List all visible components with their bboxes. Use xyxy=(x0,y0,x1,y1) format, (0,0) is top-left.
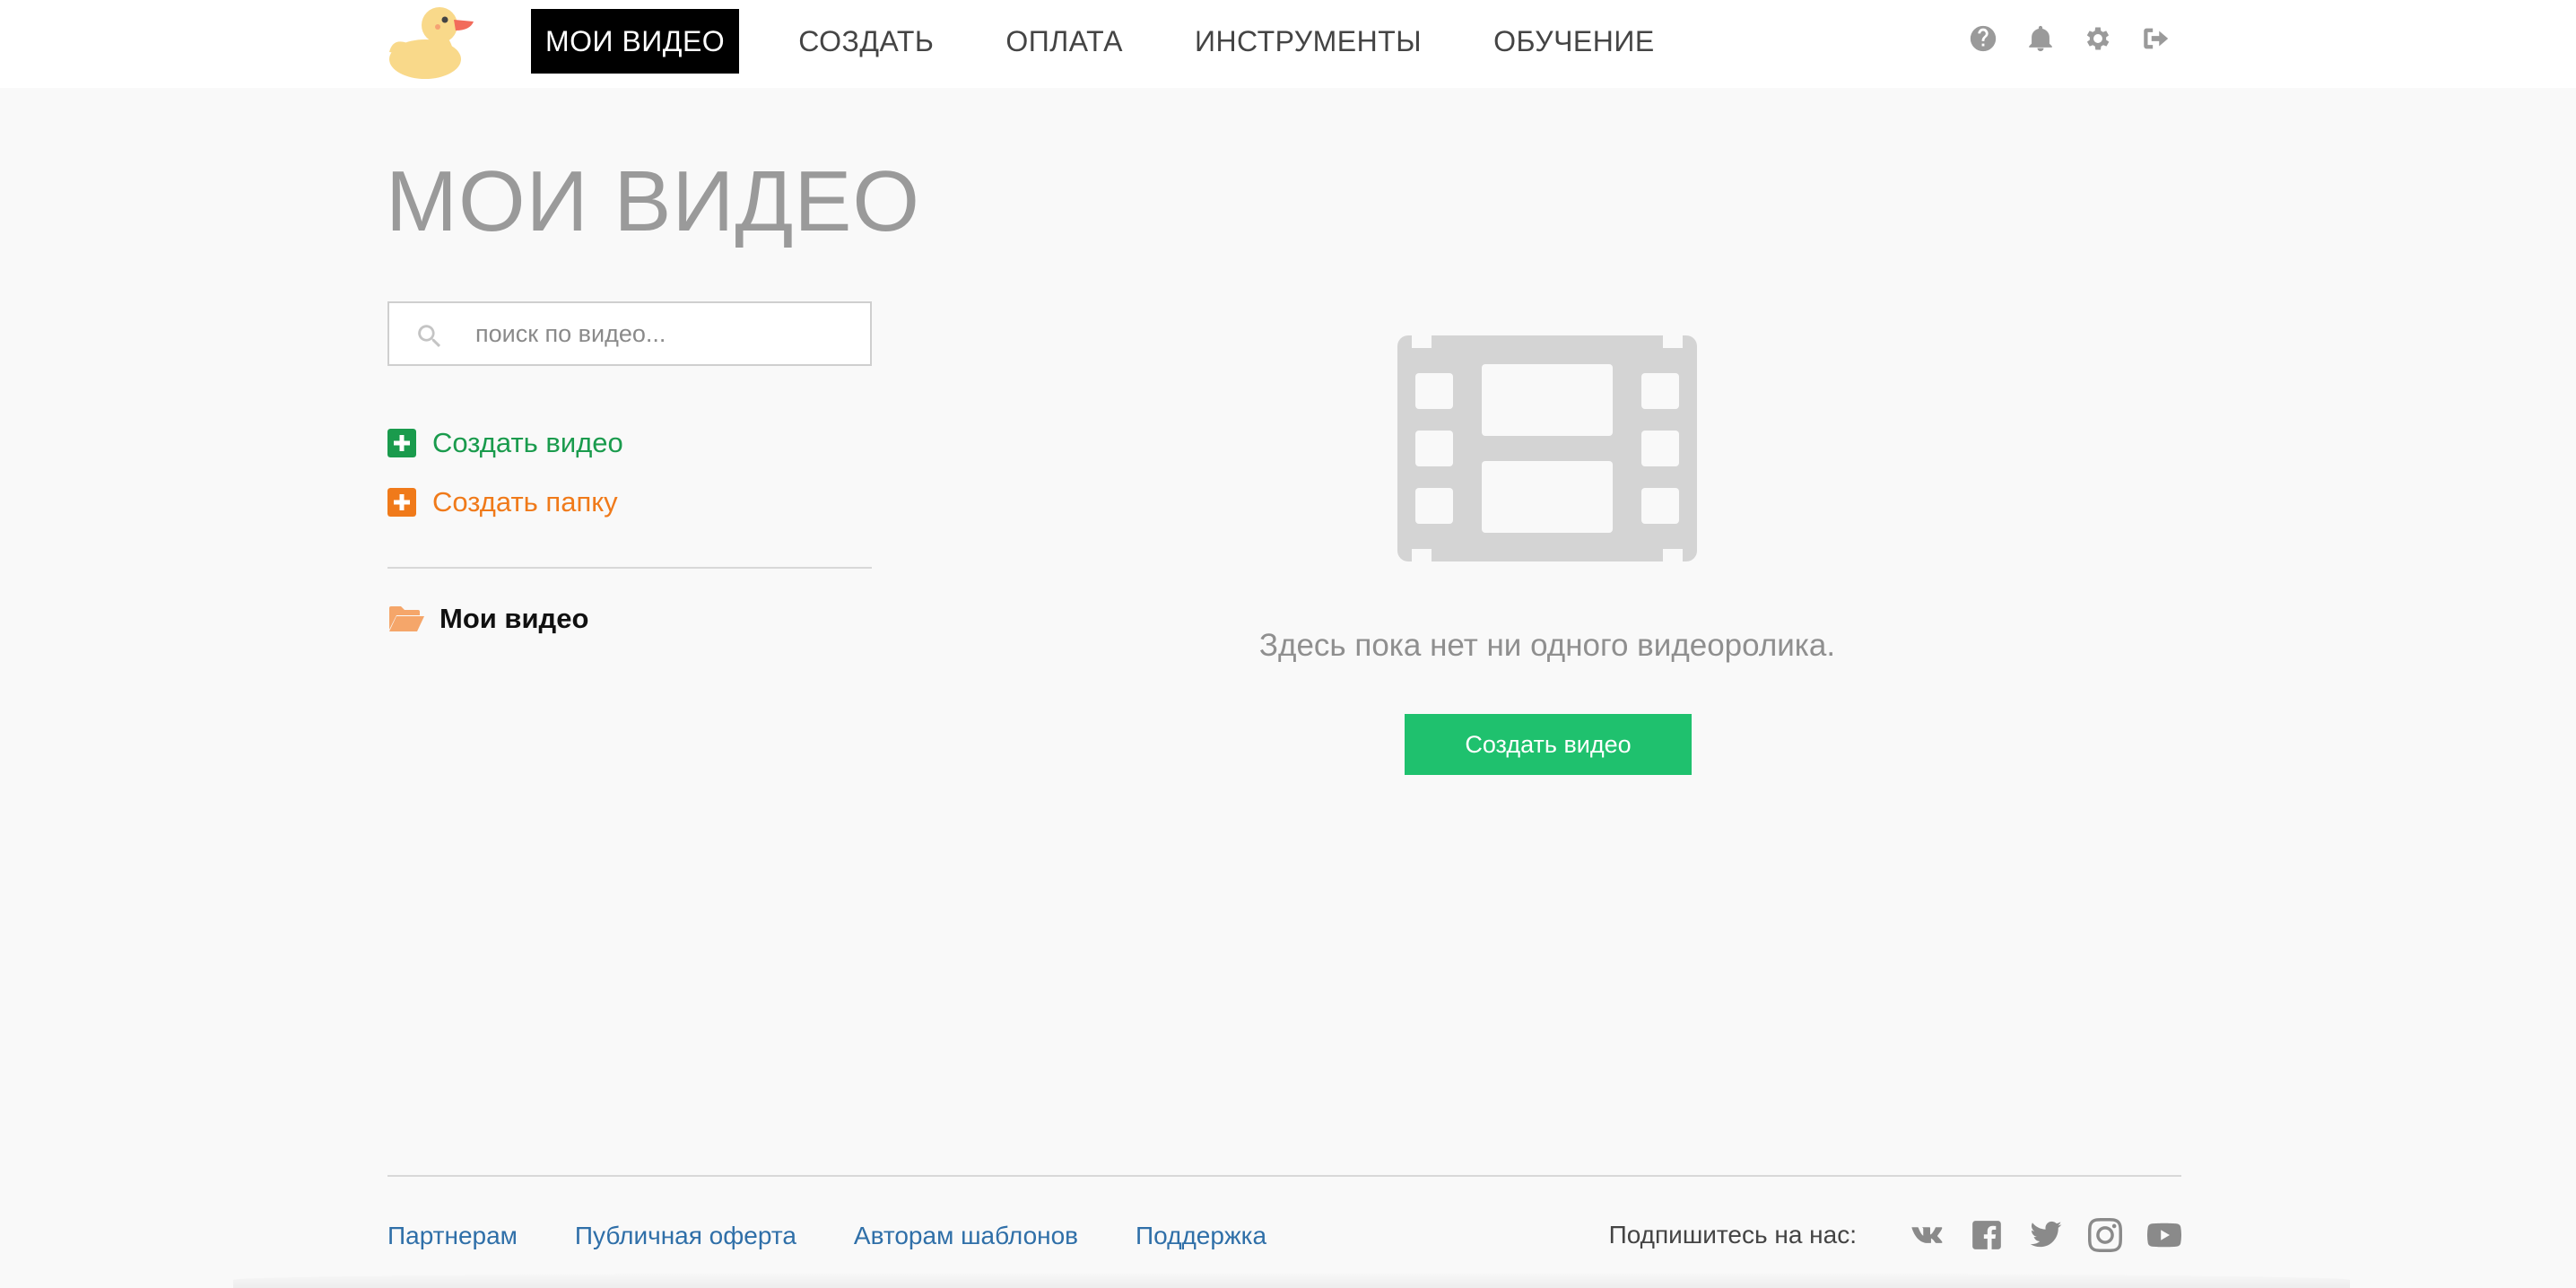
youtube-icon[interactable] xyxy=(2147,1218,2181,1252)
facebook-icon[interactable] xyxy=(1970,1218,2004,1252)
footer-link-partners[interactable]: Партнерам xyxy=(387,1222,518,1250)
sidebar-divider xyxy=(387,567,872,569)
logout-icon[interactable] xyxy=(2140,23,2171,54)
header-icons xyxy=(1968,23,2171,54)
search-icon xyxy=(418,325,441,348)
create-folder-label: Создать папку xyxy=(432,486,618,518)
twitter-icon[interactable] xyxy=(2029,1218,2063,1252)
plus-square-icon xyxy=(387,488,416,517)
page-title: МОИ ВИДЕО xyxy=(386,153,921,249)
folder-label: Мои видео xyxy=(439,603,589,634)
bell-icon[interactable] xyxy=(2025,23,2056,54)
nav-my-videos[interactable]: МОИ ВИДЕО xyxy=(531,9,740,74)
top-header: МОИ ВИДЕО СОЗДАТЬ ОПЛАТА ИНСТРУМЕНТЫ ОБУ… xyxy=(0,0,2576,88)
nav-learning[interactable]: ОБУЧЕНИЕ xyxy=(1479,9,1669,74)
nav-create[interactable]: СОЗДАТЬ xyxy=(784,9,948,74)
subscribe-label: Подпишитесь на нас: xyxy=(1608,1221,1857,1249)
instagram-icon[interactable] xyxy=(2088,1218,2122,1252)
main-nav: МОИ ВИДЕО СОЗДАТЬ ОПЛАТА ИНСТРУМЕНТЫ ОБУ… xyxy=(531,9,1712,74)
duck-logo-icon[interactable] xyxy=(384,2,475,81)
footer-link-offer[interactable]: Публичная оферта xyxy=(575,1222,796,1250)
vk-icon[interactable] xyxy=(1910,1218,1945,1252)
folder-item-my-videos[interactable]: Мои видео xyxy=(387,603,588,635)
plus-square-icon xyxy=(387,429,416,457)
create-video-label: Создать видео xyxy=(432,427,623,458)
footer-links: Партнерам Публичная оферта Авторам шабло… xyxy=(387,1222,1324,1250)
empty-state-message: Здесь пока нет ни одного видеоролика. xyxy=(1258,628,1836,663)
footer-link-support[interactable]: Поддержка xyxy=(1136,1222,1266,1250)
nav-tools[interactable]: ИНСТРУМЕНТЫ xyxy=(1180,9,1436,74)
search-box xyxy=(387,301,872,366)
gear-icon[interactable] xyxy=(2083,23,2113,54)
social-links: Подпишитесь на нас: xyxy=(1609,1218,2181,1252)
nav-payment[interactable]: ОПЛАТА xyxy=(991,9,1137,74)
search-input[interactable] xyxy=(475,303,852,364)
create-folder-link[interactable]: Создать папку xyxy=(387,486,618,518)
bottom-shadow xyxy=(233,1272,2350,1288)
footer-divider xyxy=(387,1175,2181,1177)
create-video-link[interactable]: Создать видео xyxy=(387,427,623,459)
footer-link-template-authors[interactable]: Авторам шаблонов xyxy=(854,1222,1078,1250)
folder-open-icon xyxy=(389,606,424,631)
create-video-button[interactable]: Создать видео xyxy=(1405,714,1692,775)
film-strip-icon xyxy=(1397,335,1697,561)
help-icon[interactable] xyxy=(1968,23,1998,54)
